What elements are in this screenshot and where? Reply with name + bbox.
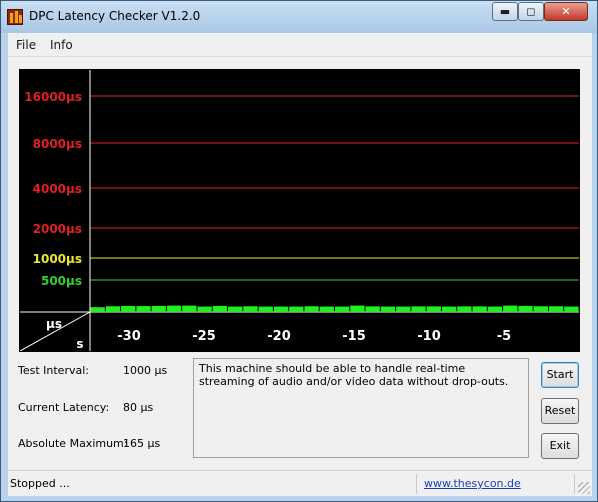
x-tick-label: -30 bbox=[117, 329, 141, 344]
latency-bar bbox=[136, 306, 151, 312]
x-tick-label: -5 bbox=[497, 329, 511, 344]
y-unit-label: µs bbox=[46, 317, 62, 331]
latency-bar bbox=[335, 306, 350, 312]
maximize-button[interactable]: ◻ bbox=[518, 2, 544, 21]
latency-bar bbox=[90, 307, 105, 312]
latency-bar bbox=[518, 305, 533, 312]
x-tick-label: -10 bbox=[417, 329, 441, 344]
level-label: 2000µs bbox=[33, 222, 82, 236]
website-link[interactable]: www.thesycon.de bbox=[424, 477, 521, 490]
resize-grip[interactable] bbox=[578, 482, 590, 494]
window-title: DPC Latency Checker V1.2.0 bbox=[29, 9, 201, 23]
absolute-max-value: 165 µs bbox=[123, 437, 161, 450]
x-tick-label: -15 bbox=[342, 329, 366, 344]
latency-bar bbox=[105, 306, 121, 312]
latency-bar bbox=[548, 306, 564, 312]
latency-bar bbox=[441, 306, 457, 312]
title-bar[interactable]: DPC Latency Checker V1.2.0 ▬ ◻ ✕ bbox=[1, 1, 597, 33]
status-divider bbox=[574, 474, 575, 494]
latency-chart-svg: 16000µs 8000µs 4000µs 2000µs 1000µs 500µs µss -… bbox=[19, 70, 579, 352]
menu-info[interactable]: Info bbox=[50, 38, 73, 52]
start-button[interactable]: Start bbox=[541, 362, 579, 388]
latency-bar bbox=[503, 305, 518, 312]
test-interval-label: Test Interval: bbox=[18, 364, 89, 377]
level-label: 16000µs bbox=[24, 90, 82, 104]
latency-bar bbox=[243, 306, 258, 312]
latency-bar bbox=[564, 306, 579, 312]
latency-bar bbox=[350, 305, 365, 312]
latency-bar bbox=[365, 306, 380, 312]
latency-graph: 16000µs 8000µs 4000µs 2000µs 1000µs 500µs µs s -… bbox=[19, 69, 580, 352]
latency-bar bbox=[304, 306, 319, 312]
status-message-box: This machine should be able to handle re… bbox=[193, 358, 529, 458]
test-interval-value: 1000 µs bbox=[123, 364, 168, 377]
minimize-button[interactable]: ▬ bbox=[492, 2, 518, 21]
client-area: File Info 16000µs 8000µs 4000µs 2000µs 1000µ… bbox=[8, 33, 592, 496]
latency-bar bbox=[426, 306, 441, 312]
latency-bar bbox=[487, 306, 503, 312]
reset-button[interactable]: Reset bbox=[541, 398, 579, 424]
close-button[interactable]: ✕ bbox=[544, 2, 588, 21]
menu-file[interactable]: File bbox=[16, 38, 36, 52]
app-window: DPC Latency Checker V1.2.0 ▬ ◻ ✕ File In… bbox=[0, 0, 598, 502]
latency-bar bbox=[273, 306, 289, 312]
status-bar: Stopped ... www.thesycon.de bbox=[8, 470, 592, 496]
latency-bar bbox=[197, 306, 212, 312]
latency-bar bbox=[228, 306, 243, 312]
status-text: Stopped ... bbox=[10, 477, 70, 490]
latency-bar bbox=[166, 305, 182, 312]
x-tick-label: -20 bbox=[267, 329, 291, 344]
x-tick-label: -25 bbox=[192, 329, 216, 344]
latency-bar bbox=[457, 306, 472, 312]
latency-bar bbox=[472, 306, 487, 312]
level-label: 500µs bbox=[41, 274, 82, 288]
latency-bar bbox=[396, 306, 411, 312]
level-label: 1000µs bbox=[33, 252, 82, 266]
status-divider bbox=[416, 474, 417, 494]
latency-bar bbox=[411, 306, 426, 312]
x-unit-label: s bbox=[76, 337, 83, 351]
latency-bar bbox=[533, 306, 548, 312]
level-label: 4000µs bbox=[33, 182, 82, 196]
latency-bar bbox=[121, 305, 136, 312]
latency-bar bbox=[380, 306, 396, 312]
latency-bar bbox=[258, 306, 273, 312]
app-icon bbox=[7, 9, 23, 25]
exit-button[interactable]: Exit bbox=[541, 433, 579, 459]
latency-bar bbox=[151, 305, 166, 312]
level-label: 8000µs bbox=[33, 137, 82, 151]
latency-bar bbox=[319, 306, 334, 312]
current-latency-value: 80 µs bbox=[123, 401, 154, 414]
absolute-max-label: Absolute Maximum: bbox=[18, 437, 128, 450]
latency-bar bbox=[289, 306, 304, 312]
latency-bar bbox=[212, 305, 228, 312]
latency-bar bbox=[182, 305, 197, 312]
current-latency-label: Current Latency: bbox=[18, 401, 110, 414]
menu-bar: File Info bbox=[8, 33, 592, 57]
